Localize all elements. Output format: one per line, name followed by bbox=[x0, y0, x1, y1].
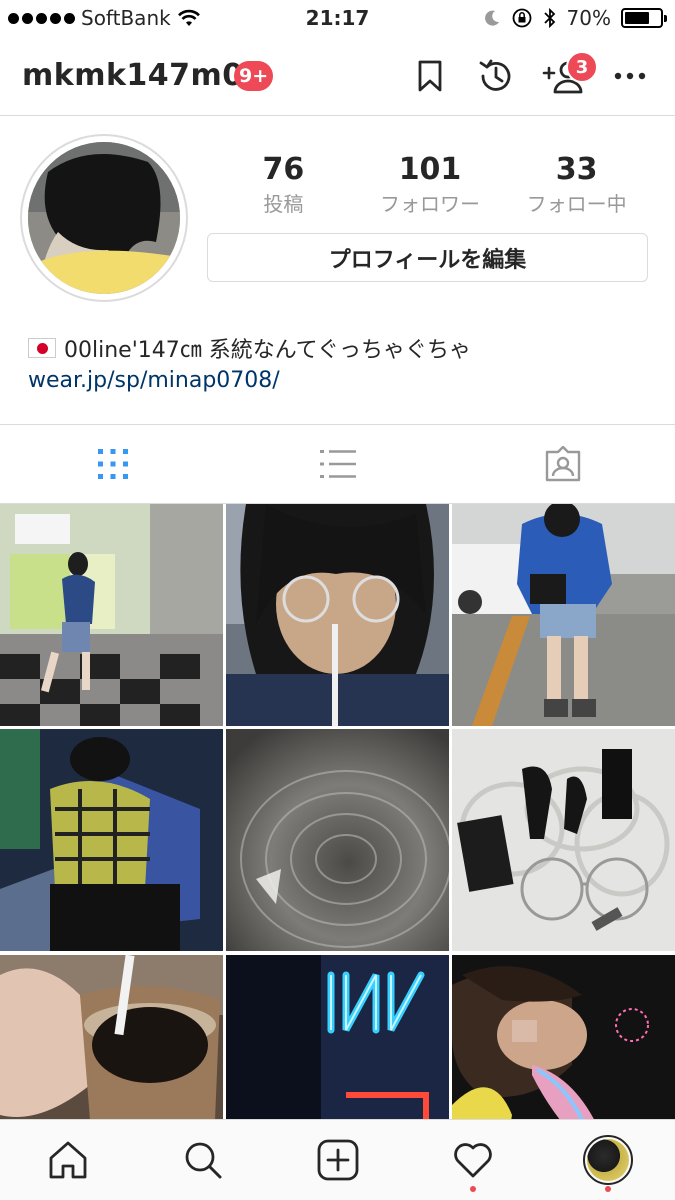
edit-profile-button[interactable]: プロフィールを編集 bbox=[207, 233, 648, 282]
add-post-icon bbox=[317, 1139, 358, 1181]
rotation-lock-icon bbox=[512, 8, 531, 28]
battery-icon bbox=[621, 8, 667, 28]
stat-posts-count: 76 bbox=[262, 152, 305, 187]
stat-following-label: フォロー中 bbox=[526, 192, 627, 216]
profile-header: mkmk147m00 9+ 3 bbox=[0, 38, 675, 116]
stat-posts[interactable]: 76 投稿 bbox=[210, 152, 357, 217]
battery-percent: 70% bbox=[566, 6, 611, 30]
home-icon bbox=[49, 1141, 86, 1179]
nav-profile[interactable] bbox=[540, 1120, 675, 1200]
nav-home[interactable] bbox=[0, 1120, 135, 1200]
profile-notification-dot bbox=[604, 1186, 611, 1192]
saved-bookmark-icon[interactable] bbox=[410, 56, 450, 96]
archive-history-icon[interactable] bbox=[476, 56, 516, 96]
username[interactable]: mkmk147m00 bbox=[22, 58, 265, 93]
status-bar: SoftBank 21:17 70% bbox=[0, 0, 675, 38]
post-thumbnail[interactable] bbox=[0, 729, 223, 951]
more-options-icon[interactable] bbox=[610, 56, 650, 96]
post-thumbnail[interactable] bbox=[452, 729, 675, 951]
moon-icon bbox=[484, 10, 499, 26]
posts-grid bbox=[0, 504, 675, 1177]
post-thumbnail[interactable] bbox=[226, 504, 449, 726]
status-right: 70% bbox=[483, 6, 667, 30]
tagged-icon bbox=[545, 446, 580, 482]
activity-heart-icon bbox=[453, 1143, 492, 1178]
profile-view-tabs bbox=[0, 424, 675, 504]
notification-badge[interactable]: 9+ bbox=[234, 61, 274, 91]
activity-notification-dot bbox=[469, 1186, 476, 1192]
profile-avatar-icon bbox=[582, 1135, 633, 1185]
bottom-navigation bbox=[0, 1119, 675, 1200]
post-thumbnail[interactable] bbox=[226, 729, 449, 951]
profile-stats: 76 投稿 101 フォロワー 33 フォロー中 bbox=[210, 152, 650, 217]
bluetooth-icon bbox=[543, 7, 555, 29]
post-thumbnail[interactable] bbox=[452, 504, 675, 726]
nav-add-post[interactable] bbox=[270, 1120, 405, 1200]
tab-tagged[interactable] bbox=[450, 425, 675, 503]
search-icon bbox=[185, 1142, 221, 1179]
stat-followers-label: フォロワー bbox=[380, 192, 480, 216]
list-icon bbox=[319, 450, 356, 478]
avatar-photo bbox=[28, 142, 180, 294]
tab-grid[interactable] bbox=[0, 425, 225, 503]
profile-avatar[interactable] bbox=[20, 134, 188, 302]
stat-followers-count: 101 bbox=[398, 152, 462, 187]
stat-followers[interactable]: 101 フォロワー bbox=[357, 152, 504, 217]
follow-requests-badge[interactable]: 3 bbox=[566, 51, 598, 83]
bio: 00line'147㎝ 系統なんてぐっちゃぐちゃ bbox=[28, 332, 471, 364]
grid-icon bbox=[97, 449, 128, 479]
bio-text: 00line'147㎝ 系統なんてぐっちゃぐちゃ bbox=[64, 338, 471, 363]
post-thumbnail[interactable] bbox=[0, 504, 223, 726]
stat-following[interactable]: 33 フォロー中 bbox=[503, 152, 650, 217]
tab-list[interactable] bbox=[225, 425, 450, 503]
bio-website-link[interactable]: wear.jp/sp/minap0708/ bbox=[28, 368, 280, 393]
japan-flag-icon bbox=[28, 338, 56, 358]
nav-activity[interactable] bbox=[405, 1120, 540, 1200]
stat-posts-label: 投稿 bbox=[263, 192, 304, 216]
nav-search[interactable] bbox=[135, 1120, 270, 1200]
stat-following-count: 33 bbox=[555, 152, 598, 187]
